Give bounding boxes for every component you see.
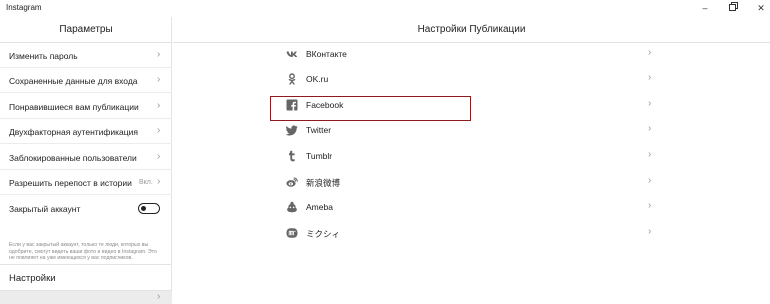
sidebar-item-selected[interactable]: › <box>0 291 172 304</box>
sidebar-item-saved-login[interactable]: Сохраненные данные для входа › <box>0 68 172 93</box>
sidebar-header: Параметры <box>0 17 172 43</box>
sidebar-item-story-reshare[interactable]: Разрешить перепост в истории Вкл. › <box>0 170 172 195</box>
account-row-vk[interactable]: ВКонтакте › <box>280 42 660 67</box>
chevron-right-icon: › <box>157 74 161 85</box>
chevron-right-icon: › <box>648 149 652 160</box>
chevron-right-icon: › <box>648 72 652 83</box>
account-label: OK.ru <box>306 74 329 84</box>
title-bar: Instagram – ✕ <box>0 0 770 17</box>
sidebar-item-change-password[interactable]: Изменить пароль › <box>0 43 172 68</box>
facebook-icon <box>286 99 298 111</box>
minimize-button[interactable]: – <box>698 2 712 14</box>
sidebar-title: Параметры <box>59 24 113 35</box>
account-label: 新浪微博 <box>306 178 341 188</box>
chevron-right-icon: › <box>648 226 652 237</box>
private-account-toggle[interactable] <box>138 203 160 214</box>
main-header: Настройки Публикации <box>173 17 770 43</box>
account-row-ameba[interactable]: Ameba › <box>280 195 660 220</box>
account-label: Tumblr <box>306 151 333 161</box>
sidebar-item-two-factor[interactable]: Двухфакторная аутентификация › <box>0 119 172 144</box>
maximize-icon <box>728 2 738 11</box>
sidebar-item-label: Двухфакторная аутентификация <box>9 127 138 137</box>
sidebar-item-label: Изменить пароль <box>9 51 78 61</box>
weibo-icon <box>286 177 298 187</box>
chevron-right-icon: › <box>157 176 161 187</box>
sidebar-item-liked-posts[interactable]: Понравившиеся вам публикации › <box>0 94 172 119</box>
tumblr-icon <box>289 150 295 162</box>
chevron-right-icon: › <box>648 123 652 134</box>
vk-icon <box>286 51 298 57</box>
sidebar-item-blocked-users[interactable]: Заблокированные пользователи › <box>0 145 172 170</box>
chevron-right-icon: › <box>157 151 161 162</box>
settings-sidebar: Параметры Изменить пароль › Сохраненные … <box>0 17 172 304</box>
sidebar-item-private-account: Закрытый аккаунт <box>0 196 172 221</box>
account-label: Facebook <box>306 100 344 110</box>
chevron-right-icon: › <box>157 125 161 136</box>
twitter-icon <box>286 125 298 136</box>
odnoklassniki-icon <box>288 73 296 85</box>
chevron-right-icon: › <box>157 100 161 111</box>
account-label: Ameba <box>306 202 333 212</box>
sidebar-item-label: Разрешить перепост в истории <box>9 178 132 188</box>
chevron-right-icon: › <box>648 47 652 58</box>
chevron-right-icon: › <box>157 49 161 60</box>
account-label: Twitter <box>306 125 332 135</box>
page-title: Настройки Публикации <box>417 24 526 35</box>
ameba-icon <box>287 201 297 213</box>
account-row-mixi[interactable]: ミクシィ › <box>280 221 660 246</box>
private-account-note: Если у вас закрытый аккаунт, только те л… <box>9 242 157 261</box>
app-title: Instagram <box>6 3 42 12</box>
sidebar-item-label: Сохраненные данные для входа <box>9 76 138 86</box>
account-row-twitter[interactable]: Twitter › <box>280 118 660 143</box>
close-button[interactable]: ✕ <box>754 2 768 14</box>
account-row-tumblr[interactable]: Tumblr › <box>280 144 660 169</box>
chevron-right-icon: › <box>648 200 652 211</box>
sidebar-item-label: Понравившиеся вам публикации <box>9 102 139 112</box>
chevron-right-icon: › <box>648 98 652 109</box>
mixi-icon <box>286 228 298 238</box>
section-label: Настройки <box>9 273 56 284</box>
sidebar-item-label: Закрытый аккаунт <box>9 204 81 214</box>
chevron-right-icon: › <box>648 175 652 186</box>
chevron-right-icon: › <box>157 291 161 302</box>
account-row-weibo[interactable]: 新浪微博 › <box>280 170 660 195</box>
sidebar-item-label: Заблокированные пользователи <box>9 153 137 163</box>
setting-value: Вкл. <box>139 179 153 186</box>
toggle-knob <box>141 205 146 211</box>
sidebar-section-settings: Настройки <box>0 264 172 291</box>
account-row-facebook[interactable]: Facebook › <box>280 93 660 118</box>
maximize-button[interactable] <box>726 2 740 14</box>
account-row-ok[interactable]: OK.ru › <box>280 67 660 92</box>
account-label: ミクシィ <box>306 229 341 239</box>
account-label: ВКонтакте <box>306 49 347 59</box>
